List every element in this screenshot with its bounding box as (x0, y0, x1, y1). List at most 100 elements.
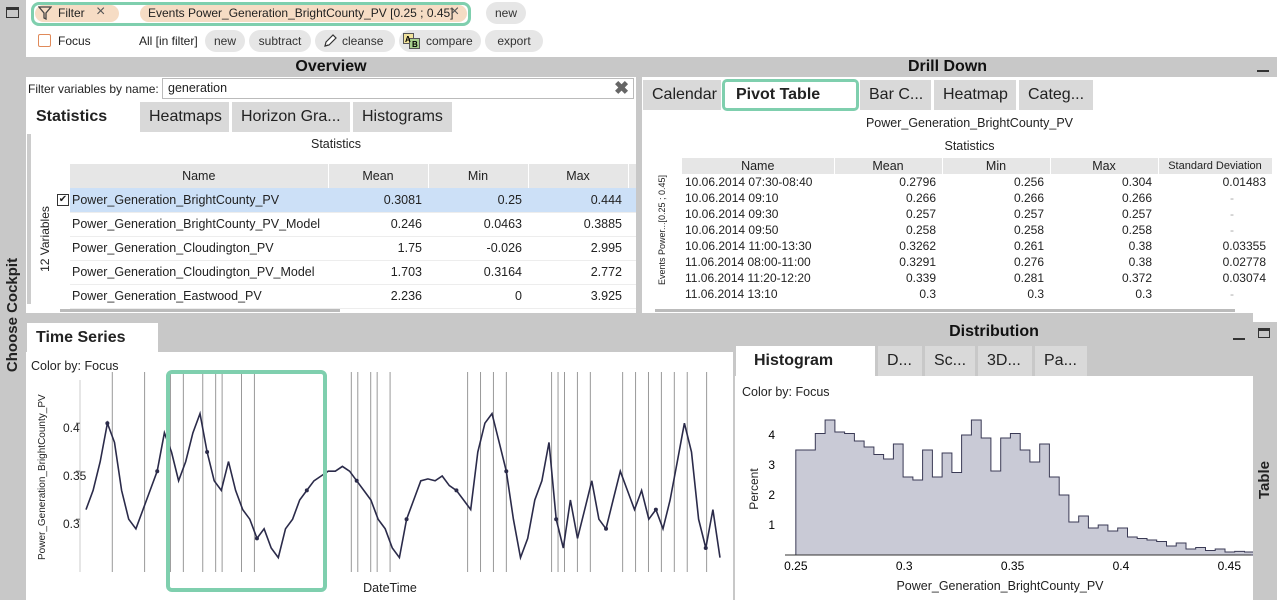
tab-scatter[interactable]: Sc... (925, 346, 975, 376)
cell-min: 0.25 (428, 188, 528, 213)
pencil-icon (324, 34, 337, 47)
pivot-cell: 10.06.2014 07:30-08:40 (685, 175, 813, 189)
cell-name: Power_Generation_BrightCounty_PV (70, 188, 328, 213)
overview-scrollbar[interactable] (27, 134, 31, 304)
minimize-icon[interactable] (1233, 338, 1245, 340)
filter-chip-close-icon[interactable]: × (450, 3, 459, 21)
pivot-col-max[interactable]: Max (1050, 158, 1159, 174)
choose-cockpit-button[interactable]: Choose Cockpit (1, 250, 25, 380)
data-point (105, 421, 110, 426)
ytick-label: 0.4 (63, 421, 80, 435)
clear-filter-icon[interactable]: ✖ (614, 78, 629, 98)
y-tick-label: 3 (768, 458, 775, 472)
col-name[interactable]: Name (70, 164, 329, 188)
y-tick-label: 2 (768, 488, 775, 502)
pivot-cell: 0.258 (1121, 223, 1152, 237)
pivot-row[interactable]: 10.06.2014 09:30 0.257 0.257 0.257 - (682, 206, 1272, 222)
focus-new-button[interactable]: new (205, 30, 245, 52)
col-max[interactable]: Max (528, 164, 629, 188)
tab-histograms[interactable]: Histograms (353, 102, 452, 132)
tab-heatmaps[interactable]: Heatmaps (140, 102, 229, 132)
tab-categories[interactable]: Categ... (1019, 80, 1093, 110)
col-mean[interactable]: Mean (328, 164, 429, 188)
choose-cockpit-label: Choose Cockpit (4, 257, 21, 373)
tab-heatmap[interactable]: Heatmap (934, 80, 1016, 110)
pivot-cell: 0.266 (1121, 191, 1152, 205)
cell-blank (628, 236, 636, 261)
pivot-col-std[interactable]: Standard Deviation (1158, 158, 1273, 174)
table-panel-button[interactable]: Table (1253, 440, 1277, 520)
drilldown-header-bar (1253, 57, 1277, 77)
tab-calendar[interactable]: Calendar (643, 80, 721, 110)
cell-max: 0.444 (528, 188, 628, 213)
histogram-ylabel-wrap: Percent (745, 450, 763, 530)
tab-parallel[interactable]: Pa... (1035, 346, 1087, 376)
tab-histogram[interactable]: Histogram (736, 346, 875, 376)
minimize-icon[interactable] (1257, 70, 1269, 72)
table-row[interactable]: Power_Generation_Cloudington_PV 1.75 -0.02… (70, 236, 636, 261)
export-button[interactable]: export (485, 30, 543, 52)
pivot-row[interactable]: 10.06.2014 11:00-13:30 0.3262 0.261 0.38 0.0… (682, 238, 1272, 254)
drilldown-title: Drill Down (642, 57, 1253, 77)
pivot-row[interactable]: 10.06.2014 09:10 0.266 0.266 0.266 - (682, 190, 1272, 206)
pivot-cell: 11.06.2014 13:10 (685, 287, 778, 301)
cell-min: 0.0463 (428, 212, 528, 237)
cell-mean: 1.75 (328, 236, 428, 261)
horizontal-splitter[interactable] (26, 313, 1253, 322)
cell-name: Power_Generation_Cloudington_PV_Model (70, 260, 328, 285)
cell-name: Power_Generation_BrightCounty_PV_Model (70, 212, 328, 237)
subtract-button[interactable]: subtract (249, 30, 311, 52)
pivot-cell: 0.281 (1013, 271, 1044, 285)
table-row[interactable]: Power_Generation_BrightCounty_PV_Model 0.… (70, 212, 636, 237)
overview-hscrollbar[interactable] (60, 309, 340, 312)
pivot-cell: 0.2796 (899, 175, 936, 189)
col-min[interactable]: Min (428, 164, 529, 188)
table-row[interactable]: Power_Generation_BrightCounty_PV 0.3081 0.… (70, 188, 636, 213)
histogram-chart[interactable]: 1 2 3 4 0.25 0.3 0.35 0.4 0.45 (735, 400, 1253, 600)
pivot-cell: 0.266 (1013, 191, 1044, 205)
selection-highlight[interactable] (166, 370, 327, 592)
cell-mean: 2.236 (328, 284, 428, 309)
pivot-row[interactable]: 10.06.2014 09:50 0.258 0.258 0.258 - (682, 222, 1272, 238)
cell-max: 3.925 (528, 284, 628, 309)
maximize-icon[interactable] (6, 7, 19, 18)
filter-close-icon[interactable]: × (96, 3, 105, 21)
focus-scope[interactable]: All [in filter] (139, 34, 198, 48)
pivot-hscrollbar[interactable] (655, 309, 1235, 312)
pivot-row[interactable]: 11.06.2014 11:20-12:20 0.339 0.281 0.372 0.0… (682, 270, 1272, 286)
tab-statistics[interactable]: Statistics (27, 102, 137, 132)
tab-3d[interactable]: 3D... (978, 346, 1032, 376)
data-point (354, 478, 359, 483)
new-filter-button[interactable]: new (486, 2, 526, 24)
maximize-icon[interactable] (1258, 328, 1270, 338)
pivot-cell: 0.3 (1135, 287, 1152, 301)
variables-count-label: 12 Variables (38, 206, 52, 272)
tab-bar-chart[interactable]: Bar C... (860, 80, 931, 110)
overview-filter-input[interactable]: generation (162, 78, 634, 99)
cell-name: Power_Generation_Eastwood_PV (70, 284, 328, 309)
cell-max: 2.772 (528, 260, 628, 285)
pivot-row[interactable]: 11.06.2014 08:00-11:00 0.3291 0.276 0.38 0.0… (682, 254, 1272, 270)
pivot-cell: 10.06.2014 09:10 (685, 191, 779, 205)
pivot-col-mean[interactable]: Mean (834, 158, 943, 174)
cell-min: 0 (428, 284, 528, 309)
histogram-xlabel: Power_Generation_BrightCounty_PV (896, 579, 1104, 593)
svg-text:A: A (405, 35, 411, 44)
pivot-row[interactable]: 10.06.2014 07:30-08:40 0.2796 0.256 0.304 0.… (682, 174, 1272, 190)
tab-horizon-graphs[interactable]: Horizon Gra... (232, 102, 350, 132)
pivot-cell: 0.339 (905, 271, 936, 285)
row-checkbox[interactable]: ✔ (57, 194, 69, 206)
timeseries-chart[interactable] (26, 372, 733, 600)
tab-time-series[interactable]: Time Series (27, 323, 158, 353)
filter-label: Filter (58, 6, 85, 20)
table-row[interactable]: Power_Generation_Eastwood_PV 2.236 0 3.925 (70, 284, 636, 309)
table-row[interactable]: Power_Generation_Cloudington_PV_Model 1.7… (70, 260, 636, 285)
y-tick-label: 1 (768, 518, 775, 532)
pivot-cell: 10.06.2014 09:30 (685, 207, 779, 221)
pivot-col-name[interactable]: Name (682, 158, 835, 174)
tab-density[interactable]: D... (878, 346, 922, 376)
pivot-tab-highlight (722, 79, 859, 111)
focus-checkbox[interactable] (38, 34, 51, 47)
pivot-col-min[interactable]: Min (942, 158, 1051, 174)
pivot-row[interactable]: 11.06.2014 13:10 0.3 0.3 0.3 - (682, 286, 1272, 302)
